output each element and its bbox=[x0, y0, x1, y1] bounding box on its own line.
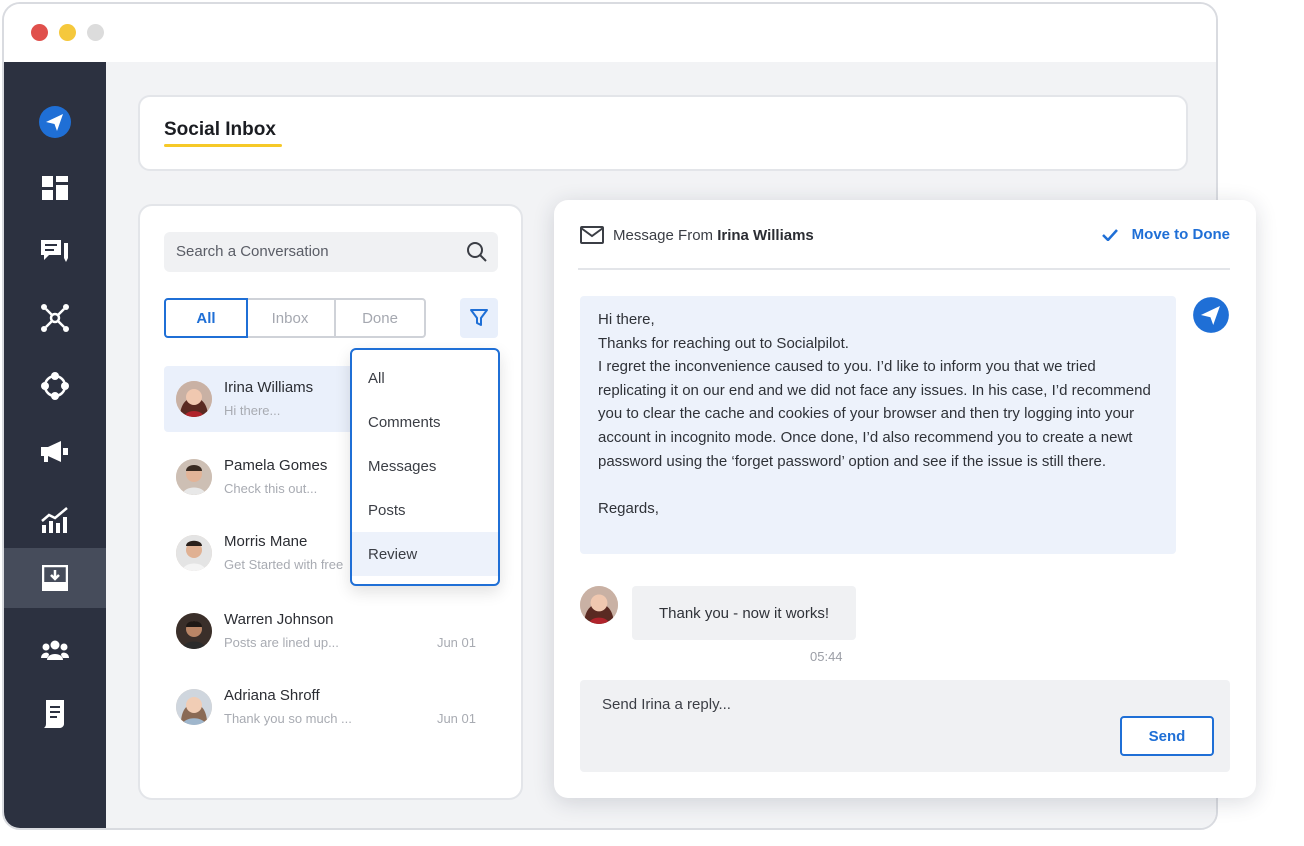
tab-all[interactable]: All bbox=[164, 298, 248, 338]
message-timestamp: 05:44 bbox=[810, 649, 843, 664]
sidebar-item-social-inbox[interactable] bbox=[4, 548, 106, 608]
network-hub-icon bbox=[41, 304, 69, 332]
sidebar-item-logo[interactable] bbox=[4, 92, 106, 152]
message-line: Hi there, bbox=[598, 311, 655, 328]
checkmark-icon bbox=[1101, 228, 1118, 241]
filter-option-review[interactable]: Review bbox=[352, 532, 498, 576]
paper-plane-logo-icon bbox=[1193, 297, 1229, 333]
sidebar bbox=[4, 62, 106, 828]
conversation-date: Jun 01 bbox=[436, 711, 476, 726]
connected-nodes-icon bbox=[41, 372, 69, 400]
sidebar-item-analytics[interactable] bbox=[4, 490, 106, 550]
avatar bbox=[176, 535, 212, 571]
conversation-name: Pamela Gomes bbox=[224, 457, 328, 474]
send-button[interactable]: Send bbox=[1120, 716, 1214, 756]
team-users-icon bbox=[41, 640, 69, 660]
close-window-button[interactable] bbox=[31, 24, 48, 41]
message-line: Thanks for reaching out to Socialpilot. bbox=[598, 334, 849, 352]
conversation-name: Adriana Shroff bbox=[224, 687, 320, 704]
avatar bbox=[176, 381, 212, 417]
avatar bbox=[580, 586, 618, 624]
filter-option-messages[interactable]: Messages bbox=[352, 444, 498, 488]
message-sender-name: Irina Williams bbox=[717, 227, 814, 244]
conversation-preview: Thank you so much ... bbox=[224, 711, 352, 726]
conversation-preview: Hi there... bbox=[224, 403, 281, 418]
paper-plane-logo-icon bbox=[39, 106, 71, 138]
sidebar-item-team[interactable] bbox=[4, 620, 106, 680]
search-input[interactable]: Search a Conversation bbox=[164, 232, 498, 272]
message-line: I regret the inconvenience caused to you… bbox=[598, 358, 1151, 470]
sidebar-item-messages[interactable] bbox=[4, 222, 106, 282]
conversation-list-panel: Search a Conversation All Inbox Done Iri… bbox=[138, 204, 523, 800]
incoming-message-bubble: Thank you - now it works! bbox=[632, 586, 856, 640]
reply-placeholder: Send Irina a reply... bbox=[602, 696, 731, 713]
sidebar-item-campaigns[interactable] bbox=[4, 422, 106, 482]
minimize-window-button[interactable] bbox=[59, 24, 76, 41]
move-to-done-button[interactable]: Move to Done bbox=[1101, 226, 1230, 243]
page-header: Social Inbox bbox=[138, 95, 1188, 171]
message-detail-panel: Message From Irina Williams Move to Done… bbox=[554, 200, 1256, 798]
conversation-name: Warren Johnson bbox=[224, 611, 334, 628]
message-line bbox=[598, 473, 1158, 497]
megaphone-icon bbox=[41, 441, 68, 462]
tab-done[interactable]: Done bbox=[334, 298, 426, 338]
search-placeholder: Search a Conversation bbox=[176, 243, 329, 260]
conversation-preview: Check this out... bbox=[224, 481, 318, 496]
divider bbox=[578, 268, 1230, 270]
title-underline bbox=[164, 144, 282, 147]
avatar bbox=[176, 689, 212, 725]
filter-option-all[interactable]: All bbox=[352, 356, 498, 400]
conversation-item[interactable]: Adriana Shroff Thank you so much ... Jun… bbox=[164, 674, 498, 740]
sidebar-item-network[interactable] bbox=[4, 288, 106, 348]
maximize-window-button[interactable] bbox=[87, 24, 104, 41]
sidebar-item-connections[interactable] bbox=[4, 356, 106, 416]
move-to-done-label: Move to Done bbox=[1131, 226, 1230, 243]
reply-input[interactable]: Send Irina a reply... Send bbox=[580, 680, 1230, 772]
avatar bbox=[176, 613, 212, 649]
conversation-name: Irina Williams bbox=[224, 379, 314, 396]
outgoing-message-bubble: Hi there, Thanks for reaching out to Soc… bbox=[580, 296, 1176, 554]
conversation-name: Morris Mane bbox=[224, 533, 308, 550]
filter-option-comments[interactable]: Comments bbox=[352, 400, 498, 444]
tab-inbox[interactable]: Inbox bbox=[246, 298, 336, 338]
conversation-date: Jun 01 bbox=[436, 635, 476, 650]
analytics-chart-icon bbox=[41, 507, 68, 533]
title-bar bbox=[4, 4, 1216, 62]
conversation-preview: Get Started with free bbox=[224, 557, 344, 572]
filter-option-posts[interactable]: Posts bbox=[352, 488, 498, 532]
document-list-icon bbox=[44, 700, 64, 728]
conversation-preview: Posts are lined up... bbox=[224, 635, 339, 650]
inbox-download-icon bbox=[42, 565, 68, 591]
search-icon[interactable] bbox=[466, 241, 488, 263]
chat-bubble-icon bbox=[41, 240, 68, 262]
sidebar-item-reports[interactable] bbox=[4, 684, 106, 744]
avatar bbox=[176, 459, 212, 495]
page-title: Social Inbox bbox=[164, 119, 276, 140]
message-header-prefix: Message From bbox=[613, 227, 714, 244]
filter-dropdown-menu: All Comments Messages Posts Review bbox=[350, 348, 500, 586]
filter-funnel-icon bbox=[470, 309, 488, 326]
mail-envelope-icon bbox=[580, 226, 604, 244]
conversation-item[interactable]: Warren Johnson Posts are lined up... Jun… bbox=[164, 598, 498, 664]
sidebar-item-dashboard[interactable] bbox=[4, 158, 106, 218]
dashboard-grid-icon bbox=[42, 176, 68, 200]
message-line: Regards, bbox=[598, 499, 659, 517]
filter-button[interactable] bbox=[460, 298, 498, 338]
